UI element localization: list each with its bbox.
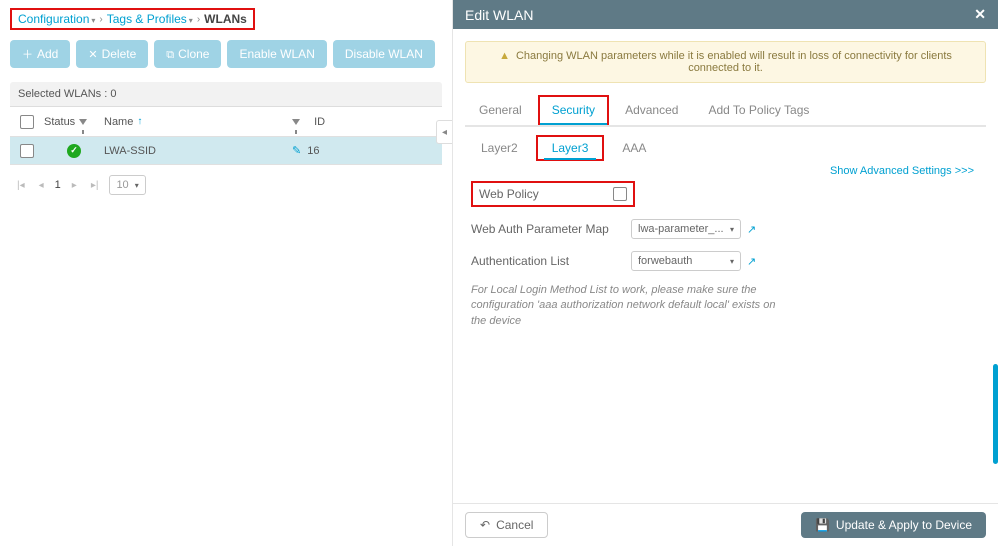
col-status-label: Status — [44, 116, 75, 128]
page-current: 1 — [55, 179, 61, 191]
warning-text: Changing WLAN parameters while it is ena… — [516, 50, 952, 74]
breadcrumb-sep-icon: › — [197, 14, 200, 25]
undo-icon: ↶ — [480, 518, 490, 532]
breadcrumb-configuration[interactable]: Configuration — [18, 12, 95, 26]
row-checkbox[interactable] — [20, 144, 34, 158]
breadcrumb-current: WLANs — [204, 12, 247, 26]
copy-icon: ⧉ — [166, 49, 174, 61]
col-name-label: Name — [104, 116, 133, 128]
subtab-layer2[interactable]: Layer2 — [465, 135, 534, 161]
x-icon: ✕ — [88, 49, 97, 61]
filter-icon[interactable] — [292, 119, 300, 125]
collapse-handle[interactable]: ◂ — [436, 120, 452, 144]
panel-title: Edit WLAN — [465, 7, 533, 23]
pagination: |◂ ◂ 1 ▸ ▸| 10 — [10, 171, 442, 199]
col-id-label: ID — [314, 116, 325, 128]
show-advanced-link[interactable]: Show Advanced Settings >>> — [830, 165, 974, 177]
cancel-button[interactable]: ↶Cancel — [465, 512, 548, 538]
web-auth-param-select[interactable]: lwa-parameter_... — [631, 219, 741, 239]
tab-add-to-policy[interactable]: Add To Policy Tags — [694, 95, 823, 125]
web-policy-row: Web Policy — [471, 181, 986, 207]
external-link-icon[interactable]: ↗ — [747, 255, 756, 268]
table-row[interactable]: ✓ LWA-SSID ✎ 16 — [10, 137, 442, 165]
row-id: 16 — [307, 145, 319, 157]
main-tabs: General Security Advanced Add To Policy … — [465, 95, 986, 127]
web-auth-param-label: Web Auth Parameter Map — [471, 222, 631, 236]
breadcrumb-tags-profiles[interactable]: Tags & Profiles — [107, 12, 193, 26]
status-enabled-icon: ✓ — [67, 144, 81, 158]
page-prev-button[interactable]: ◂ — [36, 180, 47, 191]
web-policy-checkbox[interactable] — [613, 187, 627, 201]
tab-security[interactable]: Security — [538, 95, 609, 125]
save-icon: 💾 — [815, 518, 830, 532]
disable-wlan-button[interactable]: Disable WLAN — [333, 40, 435, 68]
page-size-select[interactable]: 10 — [109, 175, 145, 195]
page-first-button[interactable]: |◂ — [14, 180, 28, 191]
sub-tabs: Layer2 Layer3 AAA — [465, 135, 986, 161]
login-method-note: For Local Login Method List to work, ple… — [471, 283, 791, 329]
panel-header: Edit WLAN ✕ — [453, 0, 998, 29]
warning-banner: ▲ Changing WLAN parameters while it is en… — [465, 41, 986, 83]
row-name[interactable]: LWA-SSID — [104, 145, 292, 157]
edit-icon[interactable]: ✎ — [292, 145, 301, 157]
left-panel: Configuration › Tags & Profiles › WLANs … — [0, 0, 452, 546]
close-icon[interactable]: ✕ — [974, 6, 986, 23]
apply-button[interactable]: 💾Update & Apply to Device — [801, 512, 986, 538]
auth-list-row: Authentication List forwebauth ↗ — [471, 251, 986, 271]
auth-list-select[interactable]: forwebauth — [631, 251, 741, 271]
breadcrumb-sep-icon: › — [99, 14, 102, 25]
page-next-button[interactable]: ▸ — [69, 180, 80, 191]
page-last-button[interactable]: ▸| — [88, 180, 102, 191]
scrollbar-thumb[interactable] — [993, 364, 998, 464]
form-body: Show Advanced Settings >>> Web Policy We… — [453, 161, 998, 503]
add-button[interactable]: ＋Add — [10, 40, 70, 68]
plus-icon: ＋ — [22, 49, 33, 61]
clone-button[interactable]: ⧉Clone — [154, 40, 221, 68]
subtab-layer3[interactable]: Layer3 — [536, 135, 605, 161]
select-all-checkbox[interactable] — [20, 115, 34, 129]
sort-asc-icon[interactable]: ↑ — [137, 116, 142, 127]
auth-list-label: Authentication List — [471, 254, 631, 268]
breadcrumb: Configuration › Tags & Profiles › WLANs — [10, 8, 255, 30]
table-header: Status Name ↑ ID — [10, 107, 442, 137]
toolbar: ＋Add ✕Delete ⧉Clone Enable WLAN Disable … — [10, 40, 442, 68]
tab-advanced[interactable]: Advanced — [611, 95, 692, 125]
panel-footer: ↶Cancel 💾Update & Apply to Device — [453, 503, 998, 546]
delete-button[interactable]: ✕Delete — [76, 40, 148, 68]
subtab-aaa[interactable]: AAA — [606, 135, 662, 161]
web-policy-label: Web Policy — [479, 187, 539, 201]
warning-icon: ▲ — [499, 50, 510, 62]
tab-general[interactable]: General — [465, 95, 536, 125]
filter-icon[interactable] — [79, 119, 87, 125]
enable-wlan-button[interactable]: Enable WLAN — [227, 40, 326, 68]
selected-count-bar: Selected WLANs : 0 — [10, 82, 442, 107]
external-link-icon[interactable]: ↗ — [747, 223, 756, 236]
web-auth-param-row: Web Auth Parameter Map lwa-parameter_...… — [471, 219, 986, 239]
edit-wlan-panel: Edit WLAN ✕ ▲ Changing WLAN parameters wh… — [452, 0, 998, 546]
